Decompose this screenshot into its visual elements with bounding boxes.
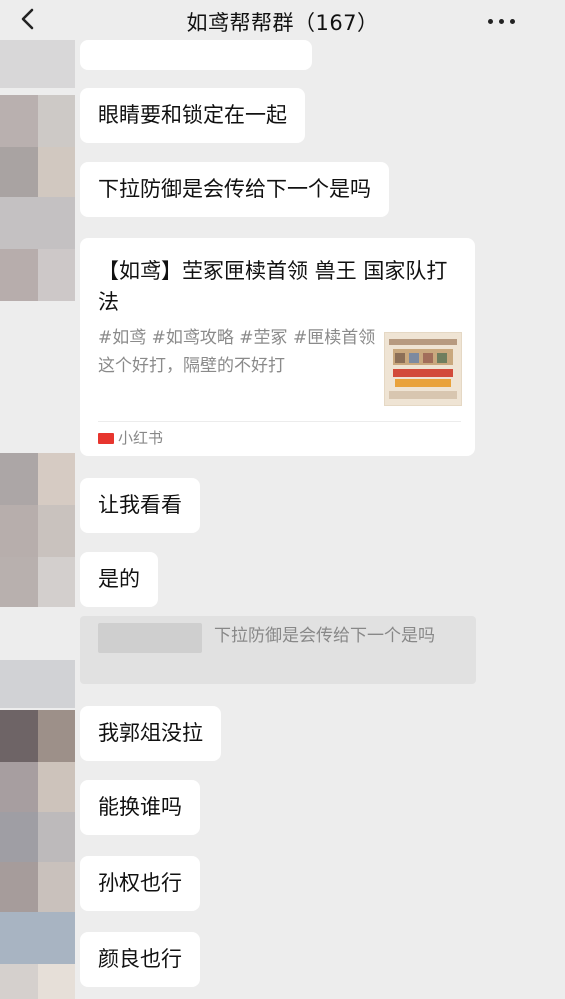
- avatar[interactable]: [38, 453, 75, 505]
- quoted-message[interactable]: 下拉防御是会传给下一个是吗: [80, 616, 476, 684]
- avatar[interactable]: [38, 812, 75, 862]
- avatar[interactable]: [0, 862, 38, 912]
- message-bubble[interactable]: 下拉防御是会传给下一个是吗: [80, 162, 389, 217]
- avatar[interactable]: [38, 862, 75, 912]
- avatar[interactable]: [0, 453, 38, 505]
- avatar[interactable]: [0, 249, 38, 301]
- avatar[interactable]: [38, 505, 75, 557]
- share-card-description: #如鸢 #如鸢攻略 #茔冢 #匣椟首领 这个好打，隔壁的不好打: [98, 328, 376, 376]
- avatar[interactable]: [38, 147, 75, 197]
- divider: [98, 421, 461, 422]
- avatar[interactable]: [38, 557, 75, 607]
- share-card-source: 小红书: [98, 426, 163, 450]
- avatar[interactable]: [0, 505, 38, 557]
- share-card-thumbnail: [384, 332, 462, 406]
- avatar-column: [0, 40, 75, 999]
- message-bubble[interactable]: 是的: [80, 552, 158, 607]
- avatar[interactable]: [0, 964, 38, 999]
- avatar[interactable]: [0, 557, 38, 607]
- avatar[interactable]: [0, 197, 75, 249]
- avatar[interactable]: [0, 710, 38, 762]
- message-bubble[interactable]: 颜良也行: [80, 932, 200, 987]
- chat-title: 如鸢帮帮群（167）: [186, 11, 379, 35]
- avatar[interactable]: [0, 812, 38, 862]
- more-dots-icon[interactable]: [488, 7, 540, 33]
- avatar[interactable]: [38, 762, 75, 812]
- avatar[interactable]: [0, 912, 75, 964]
- message-bubble[interactable]: 能换谁吗: [80, 780, 200, 835]
- avatar[interactable]: [38, 964, 75, 999]
- top-bar: 如鸢帮帮群（167）: [0, 0, 565, 40]
- avatar[interactable]: [38, 710, 75, 762]
- message-bubble-partial: [80, 40, 312, 70]
- message-bubble[interactable]: 让我看看: [80, 478, 200, 533]
- avatar[interactable]: [38, 95, 75, 147]
- xiaohongshu-logo-icon: [98, 433, 114, 444]
- message-bubble[interactable]: 我郭俎没拉: [80, 706, 221, 761]
- share-card-source-label: 小红书: [118, 429, 164, 447]
- avatar[interactable]: [0, 660, 75, 708]
- avatar[interactable]: [0, 95, 38, 147]
- message-bubble[interactable]: 眼睛要和锁定在一起: [80, 88, 305, 143]
- avatar[interactable]: [0, 147, 38, 197]
- share-card-title: 【如鸢】茔冢匣椟首领 兽王 国家队打法: [98, 259, 448, 314]
- share-card[interactable]: 【如鸢】茔冢匣椟首领 兽王 国家队打法 #如鸢 #如鸢攻略 #茔冢 #匣椟首领 …: [80, 238, 475, 456]
- quoted-text: 下拉防御是会传给下一个是吗: [214, 626, 435, 646]
- avatar[interactable]: [0, 40, 75, 88]
- avatar[interactable]: [0, 762, 38, 812]
- avatar[interactable]: [38, 249, 75, 301]
- message-bubble[interactable]: 孙权也行: [80, 856, 200, 911]
